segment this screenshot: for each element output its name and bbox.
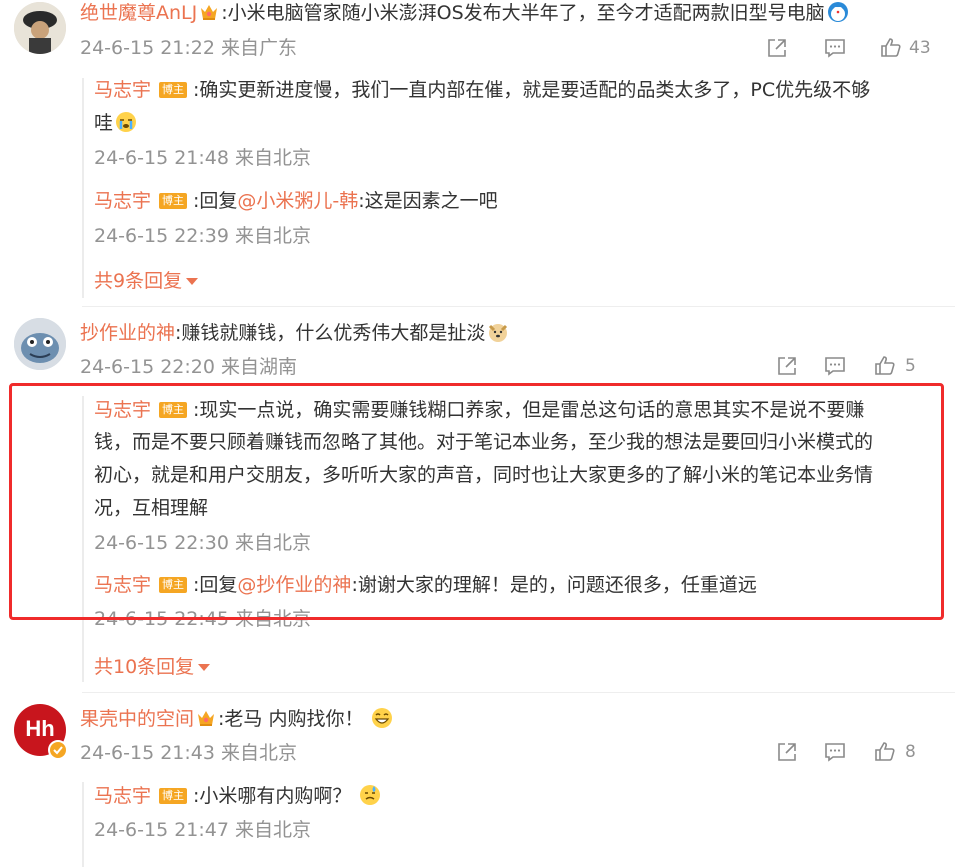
avatar[interactable] (14, 2, 66, 54)
comment-time: 24-6-15 21:22 来自广东 (80, 37, 297, 59)
more-replies-label: 共10条回复 (94, 656, 195, 678)
reply-username[interactable]: 马志宇 (94, 785, 151, 807)
comment-time: 24-6-15 21:43 来自北京 (80, 742, 297, 764)
share-button[interactable] (775, 740, 799, 764)
like-icon (873, 354, 897, 378)
comment-text: :赚钱就赚钱，什么优秀伟大都是扯淡 (175, 322, 486, 344)
avatar-image (14, 318, 66, 370)
chevron-down-icon (198, 664, 211, 671)
comment-username[interactable]: 果壳中的空间 (80, 708, 194, 730)
reply-text: :这是因素之一吧 (358, 190, 498, 212)
share-icon (765, 36, 789, 60)
comment-icon (823, 36, 847, 60)
reply-username[interactable]: 马志宇 (94, 190, 151, 212)
like-count: 8 (905, 742, 916, 762)
comment-line: 绝世魔尊AnLJ :小米电脑管家随小米澎湃OS发布大半年了，至今才适配两款旧型号电… (80, 0, 849, 29)
comment-text: :小米电脑管家随小米澎湃OS发布大半年了，至今才适配两款旧型号电脑 (221, 2, 825, 24)
reply-time: 24-6-15 22:39 来自北京 (94, 225, 311, 247)
avatar-initials: Hh (25, 716, 55, 741)
like-button[interactable]: 43 (879, 36, 931, 60)
reply-button[interactable] (823, 36, 847, 60)
crown-icon (199, 3, 219, 21)
chevron-down-icon (186, 278, 199, 285)
highlight-box (9, 383, 944, 620)
reply-time: 24-6-15 21:48 来自北京 (94, 147, 311, 169)
crown-icon (196, 709, 216, 727)
like-count: 43 (909, 38, 931, 58)
divider (82, 692, 955, 693)
share-icon (775, 354, 799, 378)
reply-button[interactable] (823, 740, 847, 764)
verified-badge-icon (48, 740, 68, 760)
doge-emoji-icon (489, 324, 508, 342)
doraemon-emoji-icon (827, 2, 848, 22)
like-count: 5 (905, 356, 916, 376)
more-replies-link[interactable]: 共10条回复 (94, 652, 211, 679)
sweat-emoji-icon (360, 785, 381, 805)
reply-thread-bar (82, 78, 84, 298)
reply-prefix: :回复 (193, 190, 238, 212)
reply-text: :确实更新进度慢，我们一直内部在催，就是要适配的品类太多了，PC优先级不够 (193, 79, 871, 101)
comment-text: :老马 内购找你！ (218, 708, 364, 730)
divider (82, 306, 955, 307)
comment-username[interactable]: 绝世魔尊AnLJ (80, 2, 197, 24)
mention-link[interactable]: @小米粥儿-韩 (237, 190, 358, 212)
blogger-badge: 博主 (159, 788, 188, 804)
avatar-image (14, 2, 66, 54)
reply-username[interactable]: 马志宇 (94, 79, 151, 101)
reply-text-line: 马志宇 博主 :回复@小米粥儿-韩:这是因素之一吧 (94, 185, 498, 217)
comment-time: 24-6-15 22:20 来自湖南 (80, 356, 297, 378)
comment-icon (823, 354, 847, 378)
reply-button[interactable] (823, 354, 847, 378)
crying-emoji-icon (116, 112, 137, 132)
reply-text-line-2: 哇 (94, 107, 137, 139)
more-replies-link[interactable]: 共9条回复 (94, 266, 199, 293)
share-button[interactable] (775, 354, 799, 378)
like-button[interactable]: 5 (873, 354, 916, 378)
share-icon (775, 740, 799, 764)
grin-emoji-icon (372, 708, 393, 728)
like-icon (873, 740, 897, 764)
comment-line: 抄作业的神:赚钱就赚钱，什么优秀伟大都是扯淡 (80, 317, 509, 349)
comment-username[interactable]: 抄作业的神 (80, 322, 175, 344)
reply-thread-bar (82, 782, 84, 867)
more-replies-label: 共9条回复 (94, 270, 183, 292)
reply-text-cont: 哇 (94, 112, 114, 134)
blogger-badge: 博主 (159, 193, 188, 209)
blogger-badge: 博主 (159, 82, 188, 98)
reply-text-line: 马志宇 博主 :小米哪有内购啊？ (94, 780, 381, 812)
reply-time: 24-6-15 21:47 来自北京 (94, 819, 311, 841)
comment-icon (823, 740, 847, 764)
reply-text-line: 马志宇 博主 :确实更新进度慢，我们一直内部在催，就是要适配的品类太多了，PC优先级… (94, 74, 870, 106)
like-button[interactable]: 8 (873, 740, 916, 764)
avatar[interactable] (14, 318, 66, 370)
reply-text: :小米哪有内购啊？ (193, 785, 352, 807)
comment-line: 果壳中的空间 :老马 内购找你！ (80, 703, 393, 735)
share-button[interactable] (765, 36, 789, 60)
like-icon (879, 36, 903, 60)
